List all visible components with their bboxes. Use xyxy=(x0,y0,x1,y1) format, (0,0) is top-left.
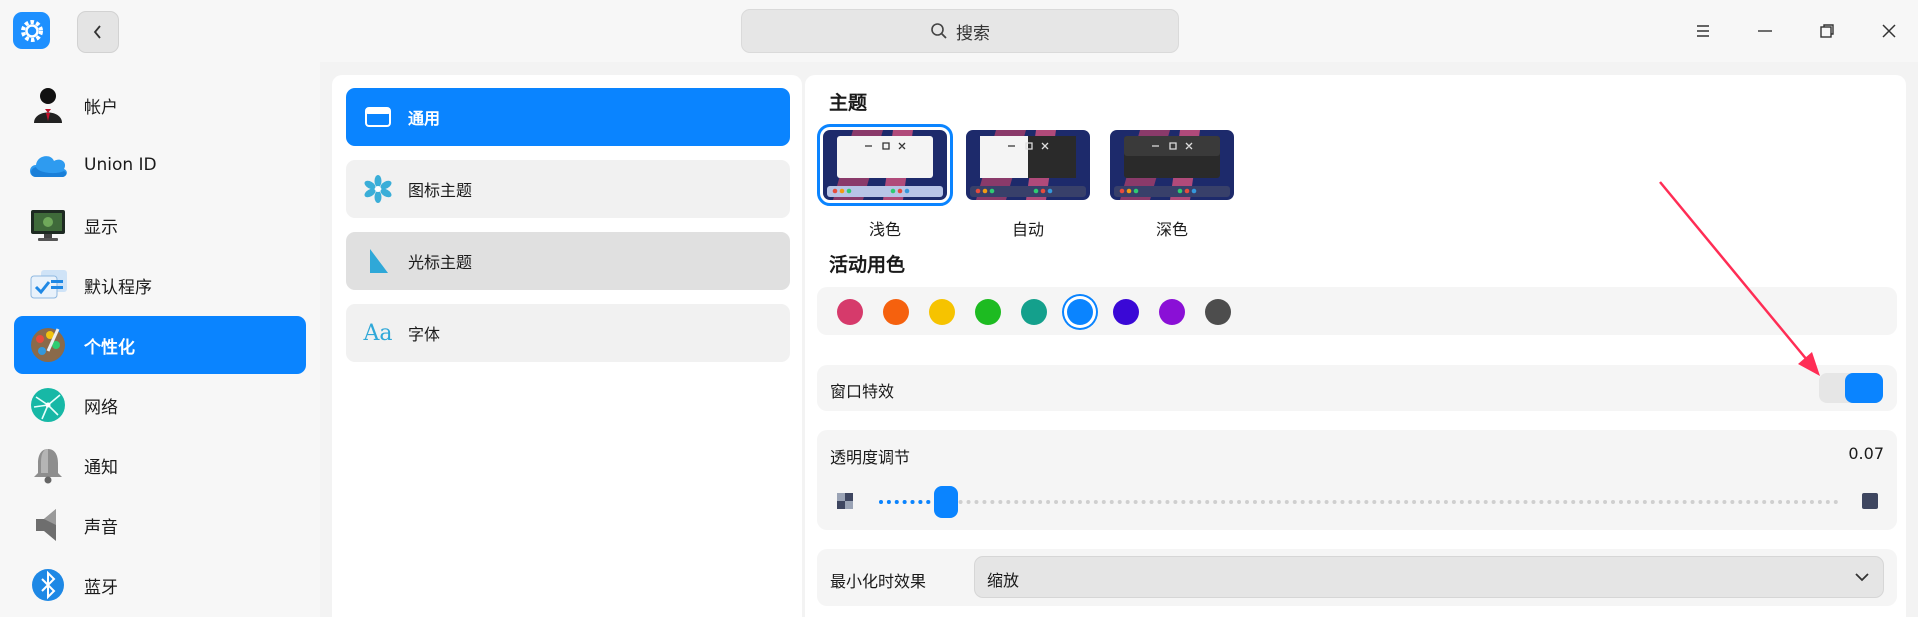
theme-preview xyxy=(1110,130,1234,200)
accent-color-swatch[interactable] xyxy=(975,299,1001,325)
category-item-cursor-theme[interactable]: 光标主题 xyxy=(346,232,790,290)
back-button[interactable] xyxy=(77,11,119,53)
window-effect-toggle[interactable] xyxy=(1819,373,1883,403)
close-button[interactable] xyxy=(1874,16,1904,46)
sidebar-item-union-id[interactable]: Union ID xyxy=(14,136,306,194)
category-label: 字体 xyxy=(408,325,441,344)
accent-color-swatch[interactable] xyxy=(1113,299,1139,325)
theme-preview xyxy=(817,124,953,206)
speaker-icon xyxy=(26,503,70,547)
accent-color-swatch[interactable] xyxy=(1205,299,1231,325)
sidebar: 帐户 Union ID 显示 默认程序 个性化 网络 通知 声音 蓝牙 xyxy=(0,62,320,617)
accent-color-swatch[interactable] xyxy=(1021,299,1047,325)
back-chevron-icon xyxy=(93,25,101,39)
bluetooth-icon xyxy=(26,563,70,607)
window-effect-row: 窗口特效 xyxy=(817,365,1897,411)
sidebar-item-network[interactable]: 网络 xyxy=(14,376,306,434)
transparency-label: 透明度调节 xyxy=(830,448,911,467)
category-label: 光标主题 xyxy=(408,253,473,272)
search-input[interactable]: 搜索 xyxy=(741,9,1179,53)
sidebar-item-label: Union ID xyxy=(84,155,157,175)
sidebar-item-label: 蓝牙 xyxy=(84,577,118,598)
sidebar-item-label: 通知 xyxy=(84,457,118,478)
sidebar-item-account[interactable]: 帐户 xyxy=(14,76,306,134)
minimize-effect-row: 最小化时效果 缩放 xyxy=(817,549,1897,606)
category-item-icon-theme[interactable]: 图标主题 xyxy=(346,160,790,218)
account-avatar-icon xyxy=(26,83,70,127)
accent-color-swatch[interactable] xyxy=(929,299,955,325)
theme-option-auto[interactable]: 自动 xyxy=(966,130,1090,239)
sidebar-item-label: 默认程序 xyxy=(84,277,152,298)
accent-color-swatch[interactable] xyxy=(1159,299,1185,325)
sidebar-item-display[interactable]: 显示 xyxy=(14,196,306,254)
title-bar: 搜索 xyxy=(0,0,1918,62)
accent-color-swatch[interactable] xyxy=(837,299,863,325)
notification-bell-icon xyxy=(26,443,70,487)
search-icon xyxy=(931,23,947,39)
category-list: 通用 图标主题 光标主题 Aa 字体 xyxy=(332,75,802,617)
toggle-knob xyxy=(1845,373,1883,403)
sidebar-item-notifications[interactable]: 通知 xyxy=(14,436,306,494)
sidebar-item-label: 网络 xyxy=(84,397,118,418)
close-icon xyxy=(1882,24,1896,38)
font-aa-icon: Aa xyxy=(363,320,393,346)
window-effect-label: 窗口特效 xyxy=(830,382,895,401)
maximize-button[interactable] xyxy=(1812,16,1842,46)
accent-color-swatch[interactable] xyxy=(1067,299,1093,325)
sidebar-item-default-apps[interactable]: 默认程序 xyxy=(14,256,306,314)
theme-option-light[interactable]: 浅色 xyxy=(817,124,953,239)
display-monitor-icon xyxy=(26,203,70,247)
transparency-slider-thumb[interactable] xyxy=(934,486,959,518)
transparency-low-icon xyxy=(837,493,853,509)
sidebar-item-label: 个性化 xyxy=(84,337,135,358)
maximize-icon xyxy=(1820,24,1834,38)
sidebar-item-sound[interactable]: 声音 xyxy=(14,496,306,554)
icon-theme-flower-icon xyxy=(362,173,394,205)
menu-icon xyxy=(1697,25,1709,37)
accent-color-swatch[interactable] xyxy=(883,299,909,325)
minimize-button[interactable] xyxy=(1750,16,1780,46)
theme-label: 浅色 xyxy=(868,220,901,239)
accent-color-picker xyxy=(817,287,1897,335)
cursor-icon xyxy=(362,245,394,277)
theme-label: 自动 xyxy=(1011,220,1044,239)
search-placeholder: 搜索 xyxy=(956,23,990,44)
minimize-effect-select[interactable]: 缩放 xyxy=(974,556,1884,598)
category-label: 通用 xyxy=(408,109,441,128)
minimize-effect-value: 缩放 xyxy=(987,571,1020,590)
category-item-general[interactable]: 通用 xyxy=(346,88,790,146)
window-icon xyxy=(362,101,394,133)
sidebar-item-personalization[interactable]: 个性化 xyxy=(14,316,306,374)
sidebar-item-label: 显示 xyxy=(84,217,118,238)
transparency-slider-track[interactable] xyxy=(879,500,1839,504)
settings-gear-icon xyxy=(13,12,50,49)
default-apps-icon xyxy=(26,263,70,307)
theme-label: 深色 xyxy=(1155,220,1188,239)
sidebar-item-label: 声音 xyxy=(84,517,118,538)
personalization-icon xyxy=(26,323,70,367)
minimize-icon xyxy=(1758,30,1772,32)
category-label: 图标主题 xyxy=(408,181,473,200)
sidebar-item-bluetooth[interactable]: 蓝牙 xyxy=(14,556,306,614)
minimize-effect-label: 最小化时效果 xyxy=(830,572,927,591)
accent-section-title: 活动用色 xyxy=(829,254,906,276)
theme-option-dark[interactable]: 深色 xyxy=(1110,130,1234,239)
menu-button[interactable] xyxy=(1688,16,1718,46)
category-item-font[interactable]: Aa 字体 xyxy=(346,304,790,362)
theme-preview xyxy=(966,130,1090,200)
network-icon xyxy=(26,383,70,427)
transparency-row: 透明度调节 0.07 xyxy=(817,430,1897,530)
transparency-high-icon xyxy=(1862,493,1878,509)
transparency-value: 0.07 xyxy=(1848,444,1884,463)
chevron-down-icon xyxy=(1855,573,1869,582)
theme-section-title: 主题 xyxy=(829,92,868,114)
cloud-icon xyxy=(26,143,70,187)
sidebar-item-label: 帐户 xyxy=(84,97,118,118)
